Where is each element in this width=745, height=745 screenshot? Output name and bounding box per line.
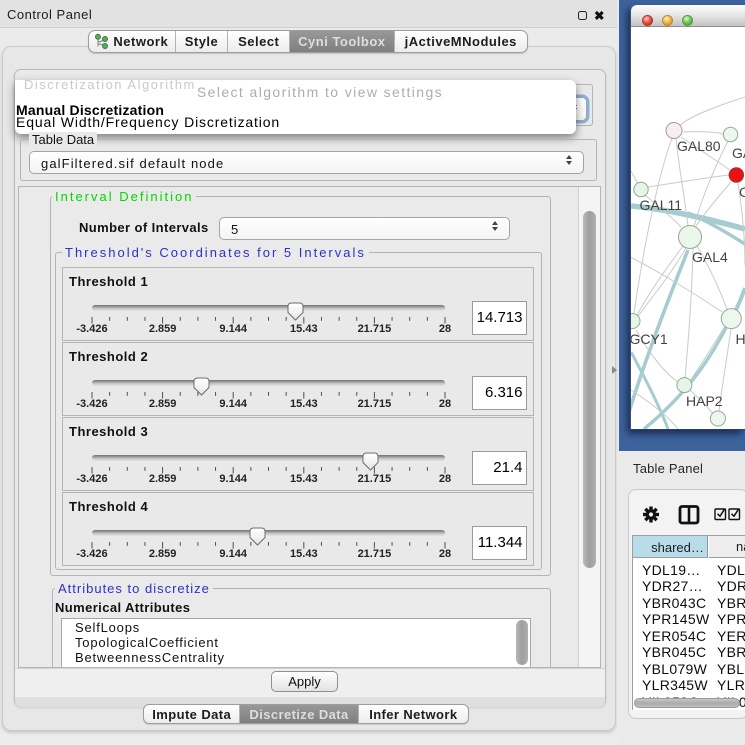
svg-text:HA: HA [736,331,745,347]
svg-text:GA: GA [732,145,745,161]
svg-text:HAP2: HAP2 [686,393,723,409]
svg-text:GAL11: GAL11 [640,197,683,213]
svg-text:GAL4: GAL4 [692,249,728,265]
svg-text:GCY1: GCY1 [631,331,668,347]
svg-text:GAL80: GAL80 [677,138,721,154]
svg-text:CY: CY [739,184,745,200]
